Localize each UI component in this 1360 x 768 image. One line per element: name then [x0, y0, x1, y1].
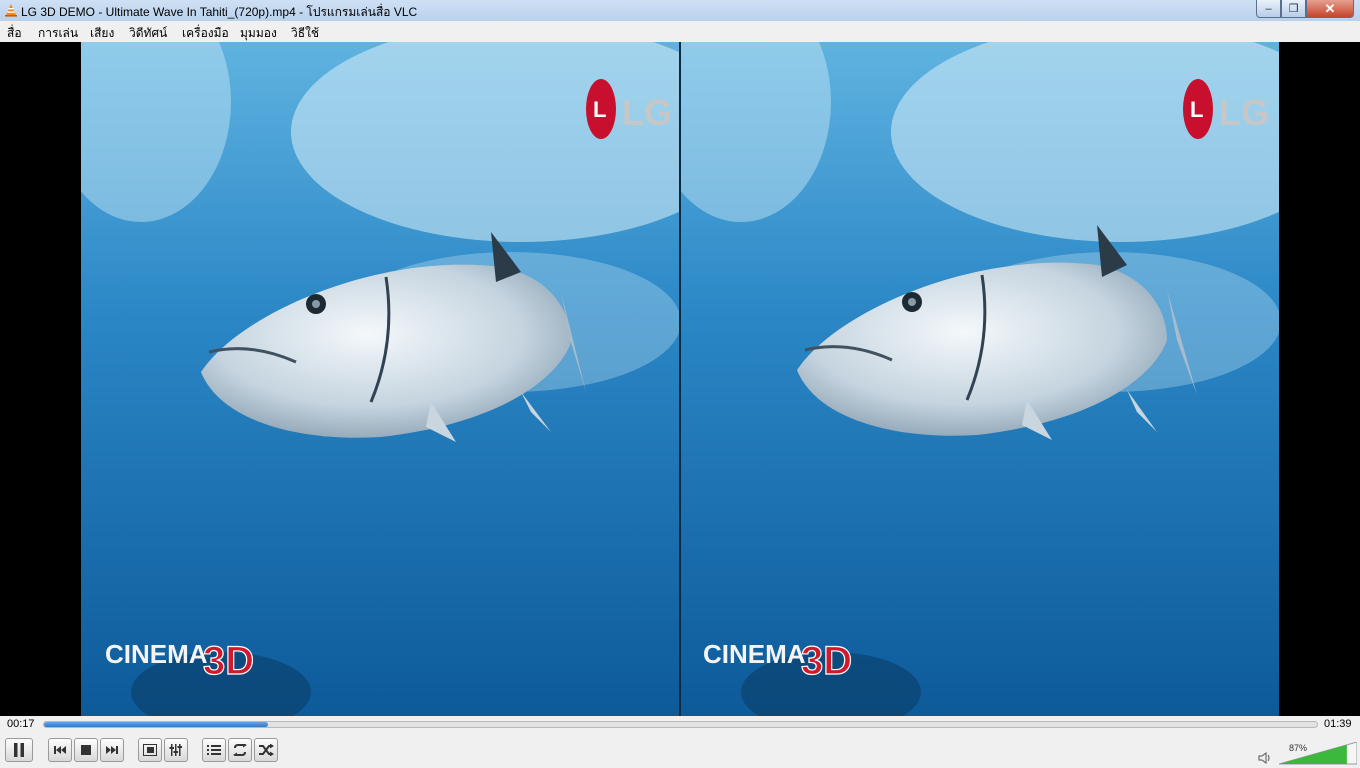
video-frame-left: L LG CINEMA 3D [81, 42, 679, 716]
menu-bar: สื่อ การเล่น เสียง วิดีทัศน์ เครื่องมือ … [0, 21, 1360, 42]
video-frame-right: L LG CINEMA 3D [681, 42, 1279, 716]
svg-text:L: L [593, 97, 606, 122]
menu-playback[interactable]: การเล่น [38, 24, 78, 43]
menu-view[interactable]: มุมมอง [240, 24, 277, 43]
total-time[interactable]: 01:39 [1324, 718, 1352, 730]
maximize-button[interactable]: ❐ [1281, 0, 1306, 18]
extended-settings-button[interactable] [164, 738, 188, 762]
menu-video[interactable]: วิดีทัศน์ [129, 24, 167, 43]
pause-icon [14, 743, 24, 757]
loop-button[interactable] [228, 738, 252, 762]
seek-row: 00:17 01:39 [0, 716, 1360, 734]
cinema-label: CINEMA [105, 639, 208, 669]
control-bar: 87% [0, 734, 1360, 768]
badge-3d-label: 3D [203, 639, 254, 683]
next-button[interactable] [100, 738, 124, 762]
menu-help[interactable]: วิธีใช้ [291, 24, 319, 43]
random-button[interactable] [254, 738, 278, 762]
next-icon [106, 746, 118, 754]
fullscreen-button[interactable] [138, 738, 162, 762]
minimize-button[interactable]: ‒ [1256, 0, 1281, 18]
volume-slider[interactable] [1279, 742, 1357, 765]
equalizer-icon [169, 744, 182, 756]
cinema-label: CINEMA [703, 639, 806, 669]
pause-button[interactable] [5, 738, 33, 762]
previous-icon [54, 746, 66, 754]
lg-logo-text: LG [1219, 92, 1269, 133]
previous-button[interactable] [48, 738, 72, 762]
video-area[interactable]: L LG CINEMA 3D L LG CINEMA 3D [0, 42, 1360, 716]
menu-tools[interactable]: เครื่องมือ [182, 24, 229, 43]
speaker-icon[interactable] [1258, 752, 1272, 764]
fullscreen-icon [143, 744, 157, 756]
menu-media[interactable]: สื่อ [7, 24, 22, 43]
loop-icon [233, 744, 247, 756]
menu-audio[interactable]: เสียง [90, 24, 114, 43]
svg-text:L: L [1190, 97, 1203, 122]
lg-logo-text: LG [622, 92, 672, 133]
window-title: LG 3D DEMO - Ultimate Wave In Tahiti_(72… [21, 5, 418, 19]
stop-icon [81, 745, 91, 755]
elapsed-time[interactable]: 00:17 [7, 718, 35, 730]
playlist-button[interactable] [202, 738, 226, 762]
playlist-icon [207, 745, 221, 755]
seek-bar-progress [44, 722, 269, 727]
stop-button[interactable] [74, 738, 98, 762]
vlc-cone-icon [5, 4, 17, 17]
seek-bar[interactable] [43, 721, 1318, 728]
title-bar[interactable]: LG 3D DEMO - Ultimate Wave In Tahiti_(72… [0, 0, 1360, 22]
shuffle-icon [259, 744, 274, 756]
badge-3d-label: 3D [801, 639, 852, 683]
close-button[interactable]: ✕ [1306, 0, 1354, 18]
